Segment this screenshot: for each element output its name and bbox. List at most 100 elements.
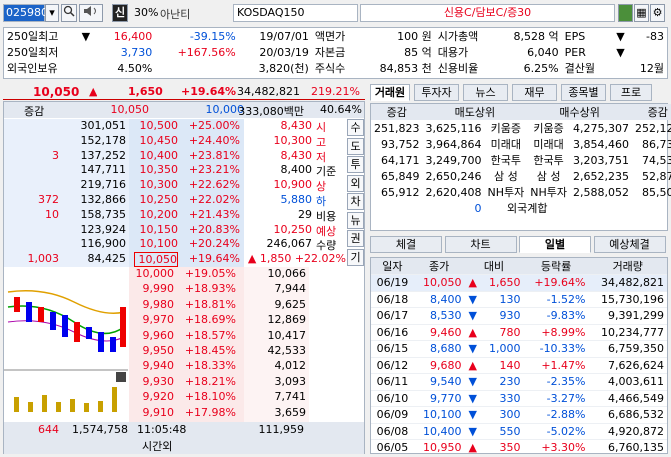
- broker-cell[interactable]: NH투자: [527, 184, 570, 200]
- bid-price[interactable]: 9,970: [130, 313, 175, 326]
- daily-date: 06/10: [371, 390, 414, 407]
- buy-mode-button[interactable]: 신: [112, 4, 128, 22]
- daily-row[interactable]: 06/18 8,400 ▼ 130 -1.52% 15,730,196: [371, 291, 667, 308]
- side-tab[interactable]: 도: [347, 137, 364, 155]
- ob-header-bid: 10,000: [205, 103, 245, 116]
- tab-3[interactable]: 재무: [512, 84, 557, 101]
- daily-volume: 34,482,821: [588, 274, 667, 292]
- daily-change: 140: [480, 357, 524, 374]
- bid-price[interactable]: 9,910: [130, 406, 175, 419]
- daily-date: 06/05: [371, 439, 414, 453]
- volume: 34,482,821: [237, 85, 300, 98]
- ask-price[interactable]: 10,500: [134, 119, 179, 132]
- daily-row[interactable]: 06/09 10,100 ▼ 300 -2.88% 6,686,532: [371, 406, 667, 424]
- settings-gear-icon[interactable]: ⚙: [650, 4, 665, 22]
- broker-cell: 2,650,246: [425, 169, 482, 183]
- info-cell[interactable]: ▼: [609, 28, 628, 44]
- bottom-tab-0[interactable]: 체결: [370, 236, 442, 253]
- bid-qty: 9,625: [274, 297, 307, 311]
- broker-cell: 65,912: [381, 185, 420, 199]
- daily-row[interactable]: 06/11 9,540 ▼ 230 -2.35% 4,003,611: [371, 373, 667, 391]
- index-field: KOSDAQ150: [233, 4, 358, 22]
- grid-icon[interactable]: ▦: [634, 4, 649, 22]
- ask-price[interactable]: 10,250: [134, 193, 179, 206]
- ask-qty: 219,716: [80, 178, 127, 192]
- tab-0[interactable]: 거래원: [370, 84, 410, 101]
- daily-row[interactable]: 06/10 9,770 ▼ 330 -3.27% 4,466,549: [371, 390, 667, 407]
- bid-price[interactable]: 9,930: [130, 375, 175, 388]
- info-cell: 시가총액: [437, 30, 479, 43]
- side-tab[interactable]: 수: [347, 119, 364, 136]
- broker-cell[interactable]: 삼 성: [484, 168, 527, 184]
- broker-cell: 3,964,864: [425, 137, 482, 151]
- ask-rate: +21.43%: [188, 207, 240, 221]
- ask-price[interactable]: 10,200: [134, 208, 179, 221]
- broker-cell: 74,533: [641, 153, 671, 167]
- sound-button[interactable]: [79, 4, 103, 22]
- ask-price[interactable]: 10,300: [134, 178, 179, 191]
- stock-code-input[interactable]: 025980: [3, 4, 48, 22]
- tab-4[interactable]: 종목별: [561, 84, 606, 101]
- info-cell[interactable]: ▼: [609, 44, 628, 60]
- daily-row[interactable]: 06/05 10,950 ▲ 350 +3.30% 6,760,135: [371, 439, 667, 453]
- daily-row[interactable]: 06/16 9,460 ▲ 780 +8.99% 10,234,777: [371, 324, 667, 341]
- side-tab[interactable]: 기: [347, 248, 364, 266]
- daily-volume: 7,626,624: [588, 357, 667, 374]
- broker-cell[interactable]: 미래대: [484, 136, 527, 152]
- broker-cell[interactable]: 한국투: [527, 152, 570, 168]
- broker-cell[interactable]: 삼 성: [527, 168, 570, 184]
- bid-price[interactable]: 10,000: [130, 267, 175, 280]
- daily-arrow-icon: ▼: [464, 423, 481, 440]
- info-cell[interactable]: ▼: [79, 28, 98, 44]
- broker-cell[interactable]: 한국투: [484, 152, 527, 168]
- bottom-tab-1[interactable]: 차트: [444, 236, 517, 253]
- ask-price[interactable]: 10,150: [134, 223, 179, 236]
- ask-price[interactable]: 10,050: [134, 252, 178, 268]
- broker-cell[interactable]: 키움증: [527, 120, 570, 136]
- bid-price[interactable]: 9,960: [130, 329, 175, 342]
- bid-price[interactable]: 9,940: [130, 359, 175, 372]
- search-button[interactable]: [61, 4, 77, 22]
- bid-price[interactable]: 9,920: [130, 390, 175, 403]
- side-tab[interactable]: 투: [347, 156, 364, 173]
- info-cell: 19/07/01: [259, 29, 309, 43]
- tab-2[interactable]: 뉴스: [463, 84, 508, 101]
- credit-status: 신용C/담보C/증30: [360, 4, 615, 22]
- ask-price[interactable]: 10,100: [134, 237, 179, 250]
- side-tab[interactable]: 권: [347, 230, 364, 247]
- layout-icon[interactable]: [618, 4, 633, 22]
- broker-cell[interactable]: NH투자: [484, 184, 527, 200]
- bid-price[interactable]: 9,950: [130, 344, 175, 357]
- broker-cell: 3,203,751: [572, 153, 629, 167]
- ask-price[interactable]: 10,450: [134, 134, 179, 147]
- daily-row[interactable]: 06/12 9,680 ▲ 140 +1.47% 7,626,624: [371, 357, 667, 374]
- time: 11:05:48: [137, 423, 187, 436]
- broker-cell[interactable]: 미래대: [527, 136, 570, 152]
- tab-1[interactable]: 투자자: [414, 84, 459, 101]
- quote-value: 246,067: [266, 237, 313, 251]
- side-tab[interactable]: 외: [347, 174, 364, 192]
- bid-price[interactable]: 9,980: [130, 298, 175, 311]
- ask-price[interactable]: 10,350: [134, 163, 179, 176]
- daily-change: 1,650: [480, 274, 524, 292]
- ask-price[interactable]: 10,400: [134, 149, 179, 162]
- daily-row[interactable]: 06/19 10,050 ▲ 1,650 +19.64% 34,482,821: [371, 274, 667, 292]
- daily-row[interactable]: 06/08 10,400 ▼ 550 -5.02% 4,920,872: [371, 423, 667, 440]
- broker-cell[interactable]: 키움증: [484, 120, 527, 136]
- broker-header: 증감: [386, 106, 407, 119]
- daily-change: 1,000: [480, 340, 524, 358]
- side-tab[interactable]: 뉴: [347, 211, 364, 229]
- code-dropdown-button[interactable]: ▾: [45, 4, 59, 22]
- tab-5[interactable]: 프로: [610, 84, 652, 101]
- daily-change: 300: [480, 406, 524, 424]
- daily-row[interactable]: 06/17 8,530 ▼ 930 -9.83% 9,391,299: [371, 307, 667, 325]
- bottom-tab-3[interactable]: 예상체결: [593, 236, 666, 253]
- daily-row[interactable]: 06/15 8,680 ▼ 1,000 -10.33% 6,759,350: [371, 340, 667, 358]
- bottom-tab-2[interactable]: 일별: [519, 236, 591, 253]
- info-row: 외국인보유 4.50% 3,820(천) 주식수 84,853 천 신용비율 6.25% 결산…: [4, 60, 667, 76]
- order-book-header: 증감 10,050 10,000 333,080백만 40.64%: [4, 102, 364, 118]
- side-tab[interactable]: 차: [347, 193, 364, 210]
- ask-rate: +23.21%: [188, 163, 240, 177]
- bid-price[interactable]: 9,990: [130, 282, 175, 295]
- daily-arrow-icon: ▼: [464, 390, 481, 407]
